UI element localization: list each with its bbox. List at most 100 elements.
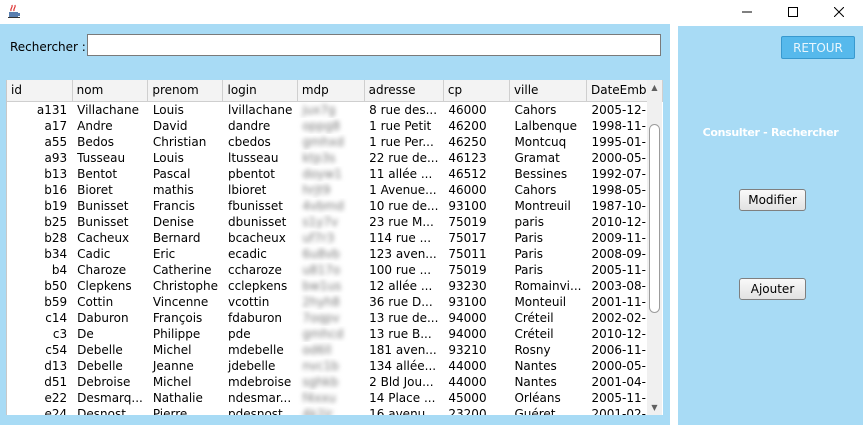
cell-ville[interactable]: Cahors <box>509 182 586 198</box>
cell-id[interactable]: b28 <box>7 230 72 246</box>
ajouter-button[interactable]: Ajouter <box>739 278 806 300</box>
cell-prenom[interactable]: Michel <box>148 342 223 358</box>
cell-ville[interactable]: Monteuil <box>509 294 586 310</box>
cell-mdp[interactable]: sghkb <box>297 374 364 390</box>
cell-login[interactable]: ndesmar... <box>223 390 297 406</box>
table-row[interactable]: c54 Debelle Michel mdebelle od6ll 181 aven...… <box>7 342 663 358</box>
cell-nom[interactable]: Clepkens <box>72 278 148 294</box>
cell-adresse[interactable]: 36 rue D... <box>364 294 443 310</box>
cell-mdp[interactable]: 7oqpv <box>297 310 364 326</box>
minimize-button[interactable] <box>724 0 770 24</box>
cell-prenom[interactable]: Jeanne <box>148 358 223 374</box>
cell-ville[interactable]: Guéret <box>509 406 586 416</box>
cell-cp[interactable]: 75019 <box>443 214 509 230</box>
cell-login[interactable]: fdaburon <box>223 310 297 326</box>
table-row[interactable]: c3 De Philippe pde gmhcd 13 rue B... 94000 Crét… <box>7 326 663 342</box>
cell-mdp[interactable]: f4xxu <box>297 390 364 406</box>
cell-mdp[interactable]: nvc1b <box>297 358 364 374</box>
cell-adresse[interactable]: 1 Avenue... <box>364 182 443 198</box>
cell-id[interactable]: a93 <box>7 150 72 166</box>
cell-prenom[interactable]: Catherine <box>148 262 223 278</box>
cell-mdp[interactable]: od6ll <box>297 342 364 358</box>
table-row[interactable]: b25 Bunisset Denise dbunisset s1y7v 23 rue M.… <box>7 214 663 230</box>
cell-adresse[interactable]: 1 rue Petit <box>364 118 443 134</box>
cell-prenom[interactable]: Michel <box>148 374 223 390</box>
cell-prenom[interactable]: Francis <box>148 198 223 214</box>
cell-mdp[interactable]: gmhcd <box>297 326 364 342</box>
table-row[interactable]: b19 Bunisset Francis fbunisset 4vbmd 10 rue d… <box>7 198 663 214</box>
cell-ville[interactable]: Bessines <box>509 166 586 182</box>
cell-id[interactable]: b4 <box>7 262 72 278</box>
table-row[interactable]: d13 Debelle Jeanne jdebelle nvc1b 134 allée..… <box>7 358 663 374</box>
cell-nom[interactable]: Debelle <box>72 358 148 374</box>
cell-nom[interactable]: Daburon <box>72 310 148 326</box>
cell-mdp[interactable]: hrjt9 <box>297 182 364 198</box>
cell-adresse[interactable]: 1 rue Per... <box>364 134 443 150</box>
cell-id[interactable]: c3 <box>7 326 72 342</box>
search-input[interactable] <box>87 34 661 56</box>
column-header-adresse[interactable]: adresse <box>364 80 444 102</box>
table-row[interactable]: a17 Andre David dandre oppg8 1 rue Petit 46200… <box>7 118 663 134</box>
cell-adresse[interactable]: 13 rue de... <box>364 310 443 326</box>
table-row[interactable]: d51 Debroise Michel mdebroise sghkb 2 Bld Jou… <box>7 374 663 390</box>
cell-cp[interactable]: 44000 <box>443 374 509 390</box>
table-row[interactable]: b13 Bentot Pascal pbentot doyw1 11 allée ... 4… <box>7 166 663 182</box>
table-row[interactable]: e24 Desnost Pierre pdesnost 4k2jr 16 avenu...… <box>7 406 663 416</box>
cell-cp[interactable]: 46123 <box>443 150 509 166</box>
cell-ville[interactable]: Montcuq <box>509 134 586 150</box>
cell-ville[interactable]: Gramat <box>509 150 586 166</box>
cell-mdp[interactable]: doyw1 <box>297 166 364 182</box>
cell-ville[interactable]: Orléans <box>509 390 586 406</box>
table-row[interactable]: b28 Cacheux Bernard bcacheux uf7r3 114 rue ..… <box>7 230 663 246</box>
cell-mdp[interactable]: bw1us <box>297 278 364 294</box>
cell-nom[interactable]: Desmarq... <box>72 390 148 406</box>
cell-ville[interactable]: paris <box>509 214 586 230</box>
cell-prenom[interactable]: Pascal <box>148 166 223 182</box>
column-header-id[interactable]: id <box>7 80 73 102</box>
cell-id[interactable]: e22 <box>7 390 72 406</box>
cell-nom[interactable]: Andre <box>72 118 148 134</box>
retour-button[interactable]: RETOUR <box>781 36 855 59</box>
cell-mdp[interactable]: gmhxd <box>297 134 364 150</box>
cell-nom[interactable]: Cottin <box>72 294 148 310</box>
table-row[interactable]: b4 Charoze Catherine ccharoze u817o 100 rue .… <box>7 262 663 278</box>
cell-prenom[interactable]: Bernard <box>148 230 223 246</box>
table-row[interactable]: a93 Tusseau Louis ltusseau ktp3s 22 rue de...… <box>7 150 663 166</box>
cell-prenom[interactable]: Louis <box>148 150 223 166</box>
cell-ville[interactable]: Cahors <box>509 101 586 118</box>
cell-nom[interactable]: Bunisset <box>72 214 148 230</box>
table-scrollbar[interactable]: ▲ ▼ <box>647 80 662 415</box>
cell-mdp[interactable]: 6u8vb <box>297 246 364 262</box>
cell-cp[interactable]: 44000 <box>443 358 509 374</box>
cell-adresse[interactable]: 114 rue ... <box>364 230 443 246</box>
table-row[interactable]: b59 Cottin Vincenne vcottin 2hyh8 36 rue D...… <box>7 294 663 310</box>
cell-adresse[interactable]: 2 Bld Jou... <box>364 374 443 390</box>
cell-ville[interactable]: Rosny <box>509 342 586 358</box>
cell-adresse[interactable]: 123 aven... <box>364 246 443 262</box>
cell-id[interactable]: a17 <box>7 118 72 134</box>
cell-login[interactable]: lbioret <box>223 182 297 198</box>
cell-ville[interactable]: Paris <box>509 230 586 246</box>
cell-login[interactable]: mdebroise <box>223 374 297 390</box>
cell-ville[interactable]: Créteil <box>509 310 586 326</box>
cell-cp[interactable]: 94000 <box>443 310 509 326</box>
cell-nom[interactable]: Bedos <box>72 134 148 150</box>
cell-login[interactable]: bcacheux <box>223 230 297 246</box>
cell-prenom[interactable]: Denise <box>148 214 223 230</box>
cell-login[interactable]: lvillachane <box>223 101 297 118</box>
cell-id[interactable]: b34 <box>7 246 72 262</box>
cell-id[interactable]: c54 <box>7 342 72 358</box>
cell-prenom[interactable]: Christian <box>148 134 223 150</box>
cell-ville[interactable]: Romainvi... <box>509 278 586 294</box>
cell-cp[interactable]: 46200 <box>443 118 509 134</box>
cell-nom[interactable]: Debelle <box>72 342 148 358</box>
cell-adresse[interactable]: 13 rue B... <box>364 326 443 342</box>
cell-adresse[interactable]: 181 aven... <box>364 342 443 358</box>
column-header-mdp[interactable]: mdp <box>297 80 365 102</box>
cell-cp[interactable]: 93230 <box>443 278 509 294</box>
cell-login[interactable]: vcottin <box>223 294 297 310</box>
cell-mdp[interactable]: 4vbmd <box>297 198 364 214</box>
cell-login[interactable]: dbunisset <box>223 214 297 230</box>
cell-mdp[interactable]: ktp3s <box>297 150 364 166</box>
cell-nom[interactable]: Cacheux <box>72 230 148 246</box>
